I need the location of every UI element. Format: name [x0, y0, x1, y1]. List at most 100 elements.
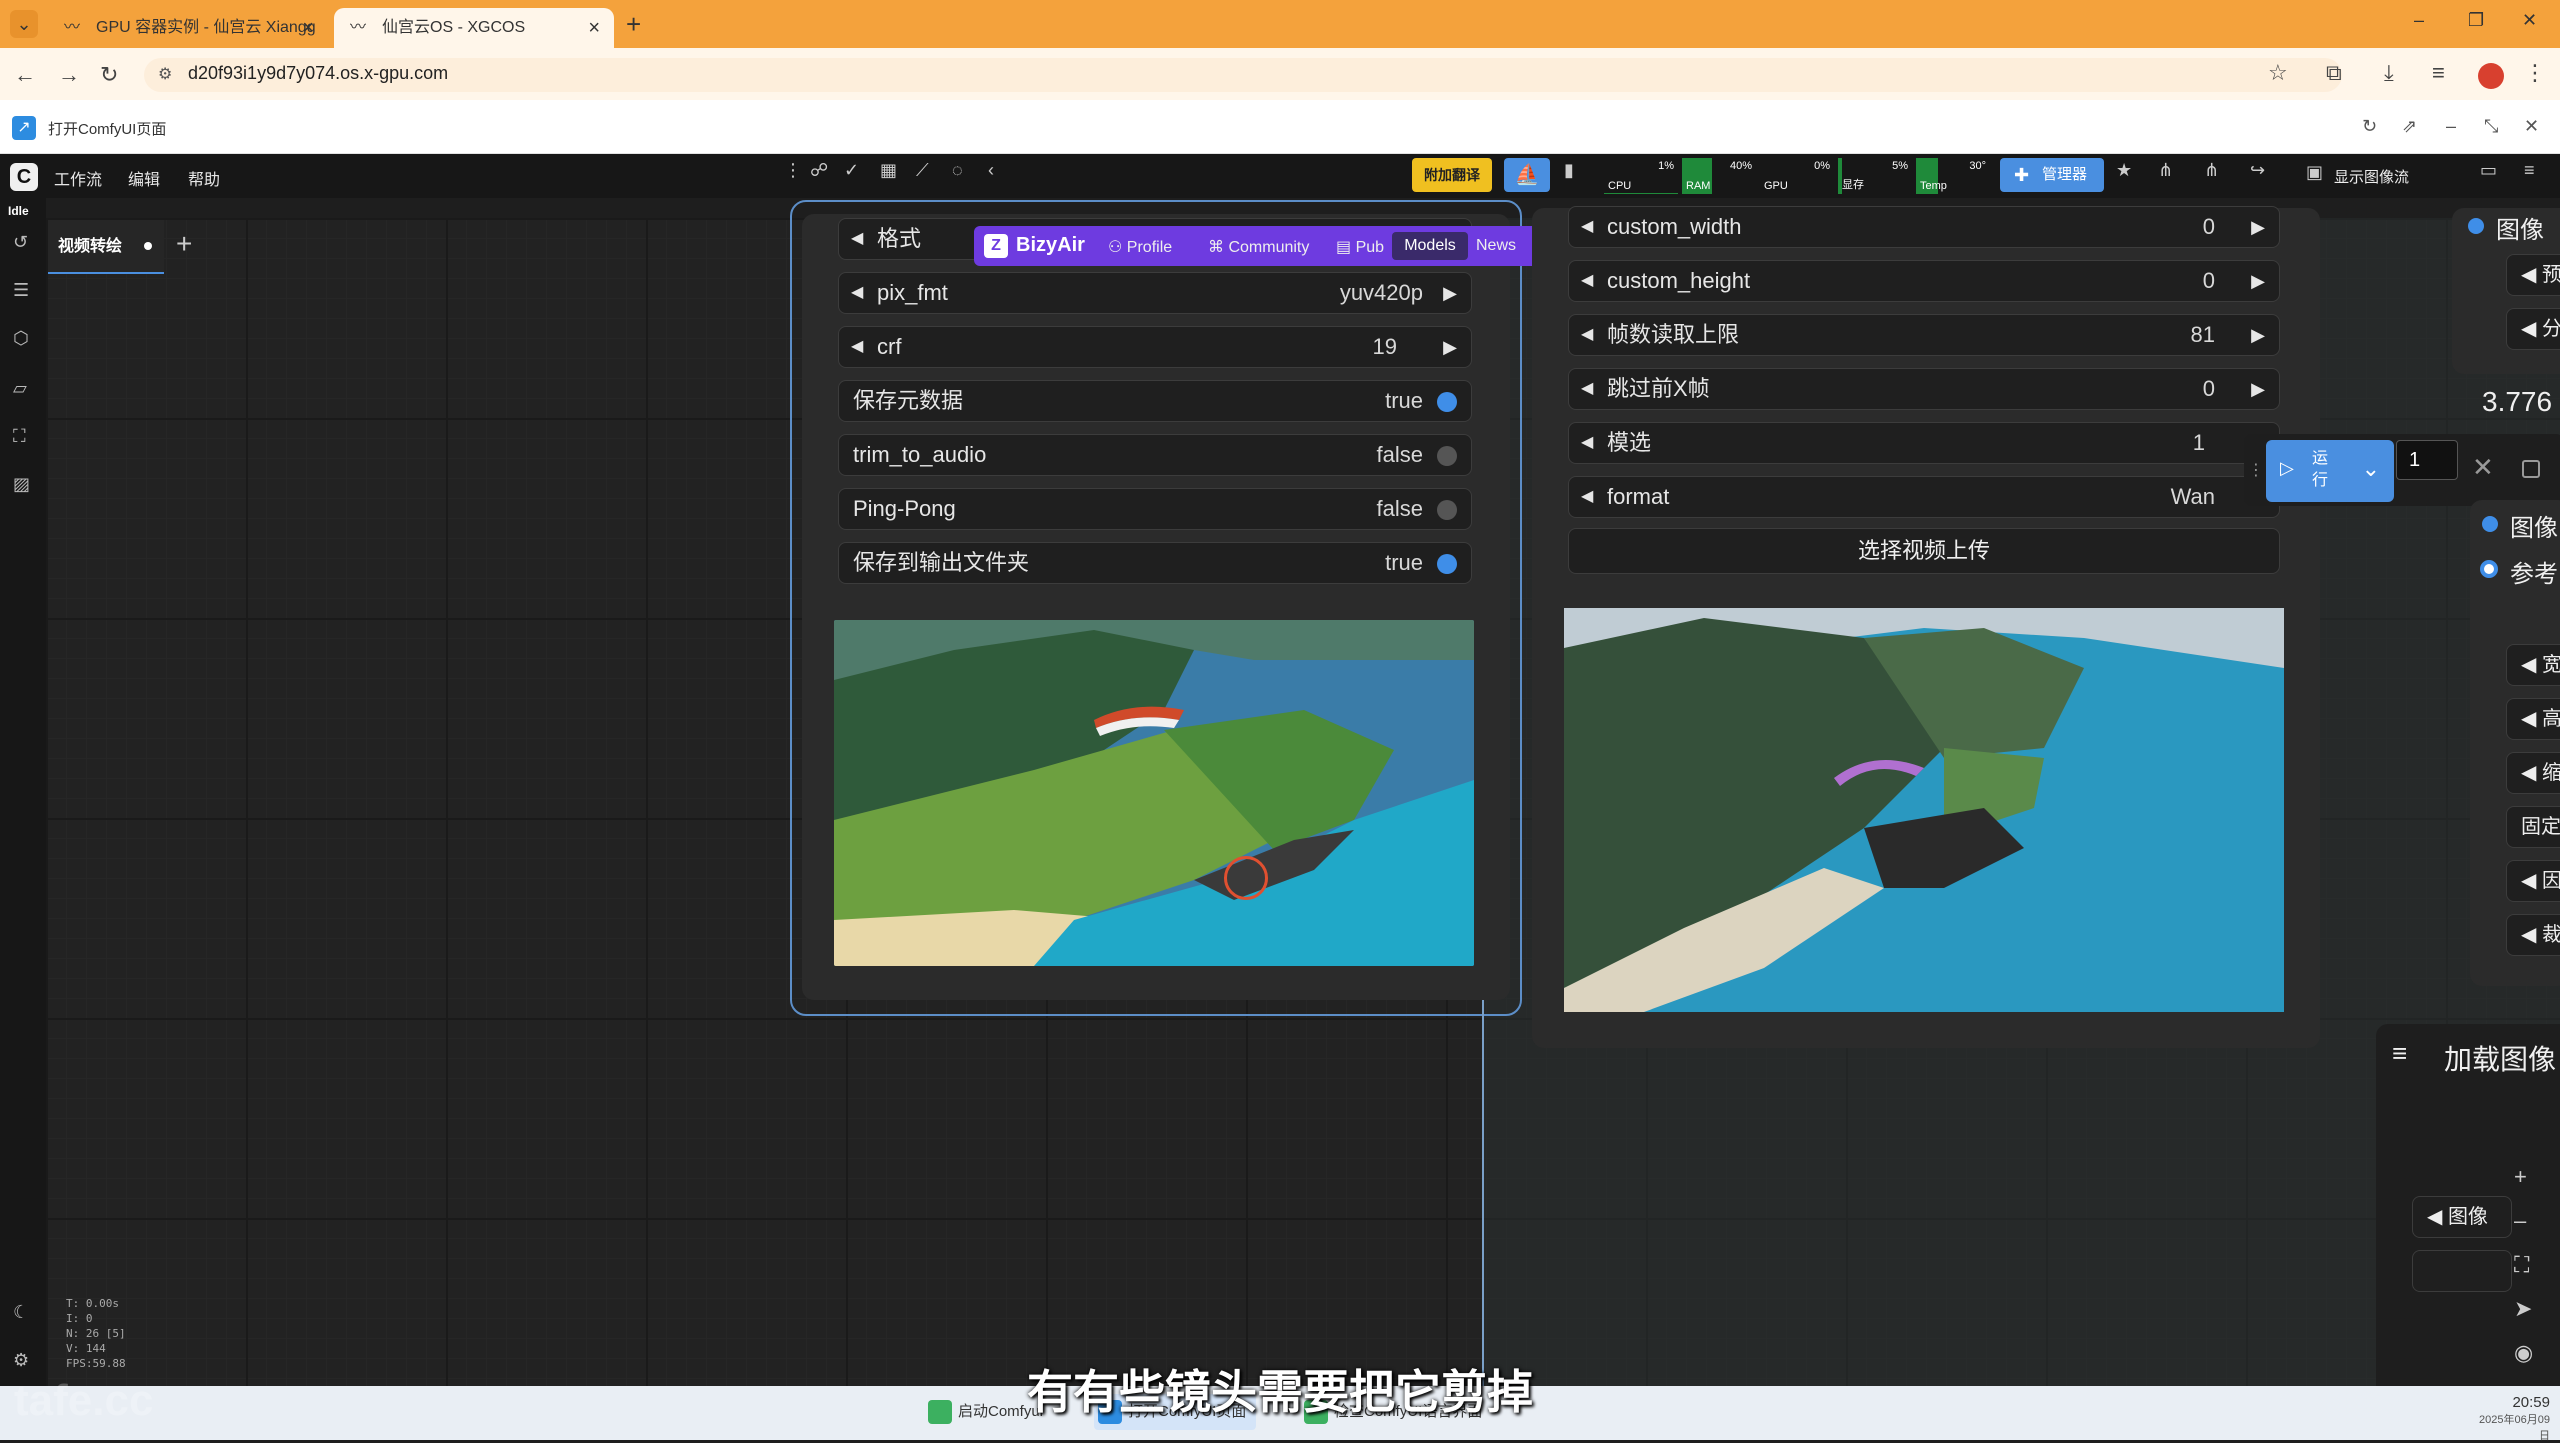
zoom-in-icon[interactable]: + — [2514, 1164, 2527, 1190]
widget-frame-load-cap[interactable]: ◀ 帧数读取上限 81 ▶ — [1568, 314, 2280, 356]
comfy-logo-icon[interactable]: C — [10, 163, 38, 191]
widget-select-every-nth[interactable]: ◀ 模选 1 — [1568, 422, 2280, 464]
widget-save-output[interactable]: 保存到输出文件夹 true — [838, 542, 1472, 584]
decrement-arrow-icon[interactable]: ◀ — [1581, 477, 1593, 517]
external-link-icon[interactable]: ⇗ — [2402, 116, 2417, 137]
load-image-widget[interactable]: ◀ 图像 — [2412, 1196, 2512, 1238]
decrement-arrow-icon[interactable]: ◀ — [1581, 207, 1593, 247]
load-image-upload[interactable] — [2412, 1250, 2512, 1292]
check-icon[interactable]: ✓ — [844, 160, 859, 181]
bookmark-icon[interactable]: ▮ — [1564, 160, 1574, 181]
toggle-on-icon[interactable] — [1437, 392, 1457, 412]
folder-icon[interactable]: ▱ — [13, 378, 27, 399]
increment-arrow-icon[interactable]: ▶ — [2251, 369, 2265, 409]
browser-tab-xgcos[interactable]: 〰 仙宫云OS - XGCOS × — [334, 8, 614, 48]
tab-list-button[interactable]: ⌄ — [10, 10, 38, 38]
reload-icon[interactable]: ↻ — [100, 62, 118, 88]
output-slot-icon[interactable] — [2468, 218, 2484, 234]
share-icon[interactable]: ↪ — [2250, 160, 2265, 181]
tab-close-icon[interactable]: × — [588, 8, 600, 48]
history-icon[interactable]: ↺ — [13, 232, 28, 253]
menu-help[interactable]: 帮助 — [188, 166, 220, 190]
right-widget-factor[interactable]: ◀ 因 — [2506, 860, 2560, 902]
decrement-arrow-icon[interactable]: ◀ — [851, 273, 863, 313]
widget-custom-width[interactable]: ◀ custom_width 0 ▶ — [1568, 206, 2280, 248]
chart-icon[interactable]: ⟋ — [916, 160, 929, 181]
address-url[interactable]: d20f93i1y9d7y074.os.x-gpu.com — [188, 63, 448, 84]
hamburger-icon[interactable]: ≡ — [2524, 160, 2535, 181]
extensions-icon[interactable]: ⧉ — [2326, 60, 2342, 86]
browser-tab-gpu[interactable]: 〰 GPU 容器实例 - 仙宫云 Xiangg × — [48, 8, 328, 48]
decrement-arrow-icon[interactable]: ◀ — [1581, 369, 1593, 409]
right-widget-width[interactable]: ◀ 宽 — [2506, 644, 2560, 686]
shrink-icon[interactable]: ⤡ — [2484, 116, 2498, 137]
new-workflow-button[interactable]: + — [176, 228, 192, 260]
batch-count-input[interactable]: 1 — [2396, 440, 2458, 480]
widget-trim-to-audio[interactable]: trim_to_audio false — [838, 434, 1472, 476]
link-icon[interactable]: ☍ — [810, 160, 828, 181]
decrement-arrow-icon[interactable]: ◀ — [1581, 315, 1593, 355]
address-bar[interactable] — [144, 58, 2342, 92]
widget-skip-first-frames[interactable]: ◀ 跳过前X帧 0 ▶ — [1568, 368, 2280, 410]
gallery-icon[interactable]: ▨ — [13, 474, 30, 495]
toggle-on-icon[interactable] — [1437, 554, 1457, 574]
node-library-icon[interactable]: ⬡ — [13, 328, 29, 349]
site-info-icon[interactable]: ⚙ — [158, 64, 172, 84]
profile-avatar[interactable] — [2478, 63, 2504, 89]
show-image-stream-toggle[interactable]: 显示图像流 — [2334, 166, 2409, 187]
bizyair-news-link[interactable]: News — [1476, 237, 1516, 255]
decrement-arrow-icon[interactable]: ◀ — [851, 219, 863, 259]
right-widget-preview[interactable]: ◀ 预 — [2506, 254, 2560, 296]
right-widget-height[interactable]: ◀ 高 — [2506, 698, 2560, 740]
widget-format-b[interactable]: ◀ format Wan — [1568, 476, 2280, 518]
fit-view-icon[interactable]: ⛶ — [2514, 1252, 2529, 1278]
increment-arrow-icon[interactable]: ▶ — [2251, 261, 2265, 301]
toggle-off-icon[interactable] — [1437, 500, 1457, 520]
close-icon[interactable]: ✕ — [2524, 116, 2539, 137]
grid-icon[interactable]: ▦ — [880, 160, 897, 181]
back-icon[interactable]: ← — [14, 62, 36, 88]
navigate-icon[interactable]: ➤ — [2514, 1296, 2532, 1322]
increment-arrow-icon[interactable]: ▶ — [1443, 273, 1457, 313]
new-tab-button[interactable]: + — [626, 10, 641, 38]
bizyair-models-button[interactable]: Models — [1392, 232, 1468, 260]
right-widget-fixed[interactable]: 固定 — [2506, 806, 2560, 848]
forward-icon[interactable]: → — [58, 62, 80, 88]
decrement-arrow-icon[interactable]: ◀ — [1581, 261, 1593, 301]
model-tree-icon[interactable]: ⛶ — [13, 426, 26, 447]
menu-workflow[interactable]: 工作流 — [54, 166, 102, 190]
queue-icon[interactable]: ☰ — [13, 280, 29, 301]
video-preview-image[interactable] — [834, 620, 1474, 966]
stop-icon[interactable] — [2522, 460, 2540, 478]
branch-icon[interactable]: ⋔ — [2204, 160, 2219, 181]
input-slot-ring-icon[interactable] — [2480, 560, 2498, 578]
widget-crf[interactable]: ◀ crf 19 ▶ — [838, 326, 1472, 368]
window-close-button[interactable]: ✕ — [2522, 10, 2537, 31]
upload-video-button[interactable]: 选择视频上传 — [1568, 528, 2280, 574]
widget-save-metadata[interactable]: 保存元数据 true — [838, 380, 1472, 422]
bizyair-publish-link[interactable]: ▤ Pub — [1336, 237, 1384, 257]
widget-ping-pong[interactable]: Ping-Pong false — [838, 488, 1472, 530]
increment-arrow-icon[interactable]: ▶ — [2251, 315, 2265, 355]
more-icon[interactable]: ⋮ — [784, 160, 802, 181]
widget-custom-height[interactable]: ◀ custom_height 0 ▶ — [1568, 260, 2280, 302]
theme-moon-icon[interactable]: ☾ — [13, 1302, 29, 1323]
increment-arrow-icon[interactable]: ▶ — [1443, 327, 1457, 367]
menu-edit[interactable]: 编辑 — [128, 166, 160, 190]
panel-icon[interactable]: ▭ — [2480, 160, 2497, 181]
right-widget-scale[interactable]: ◀ 缩 — [2506, 752, 2560, 794]
right-widget-split[interactable]: ◀ 分 — [2506, 308, 2560, 350]
chevron-down-icon[interactable]: ⌄ — [2362, 456, 2380, 482]
workflow-tab[interactable]: 视频转绘 — [48, 220, 164, 274]
widget-pix-fmt[interactable]: ◀ pix_fmt yuv420p ▶ — [838, 272, 1472, 314]
decrement-arrow-icon[interactable]: ◀ — [851, 327, 863, 367]
right-widget-crop[interactable]: ◀ 裁 — [2506, 914, 2560, 956]
collapse-icon[interactable]: ‹ — [988, 160, 994, 181]
tab-close-icon[interactable]: × — [302, 8, 314, 48]
zoom-out-icon[interactable]: – — [2514, 1208, 2526, 1234]
media-icon[interactable]: ≡ — [2432, 60, 2445, 86]
refresh-icon[interactable]: ↻ — [2362, 116, 2377, 137]
cancel-icon[interactable]: ✕ — [2472, 452, 2494, 483]
hamburger-icon[interactable]: ≡ — [2392, 1038, 2407, 1069]
bookmark-star-icon[interactable]: ☆ — [2268, 60, 2288, 86]
